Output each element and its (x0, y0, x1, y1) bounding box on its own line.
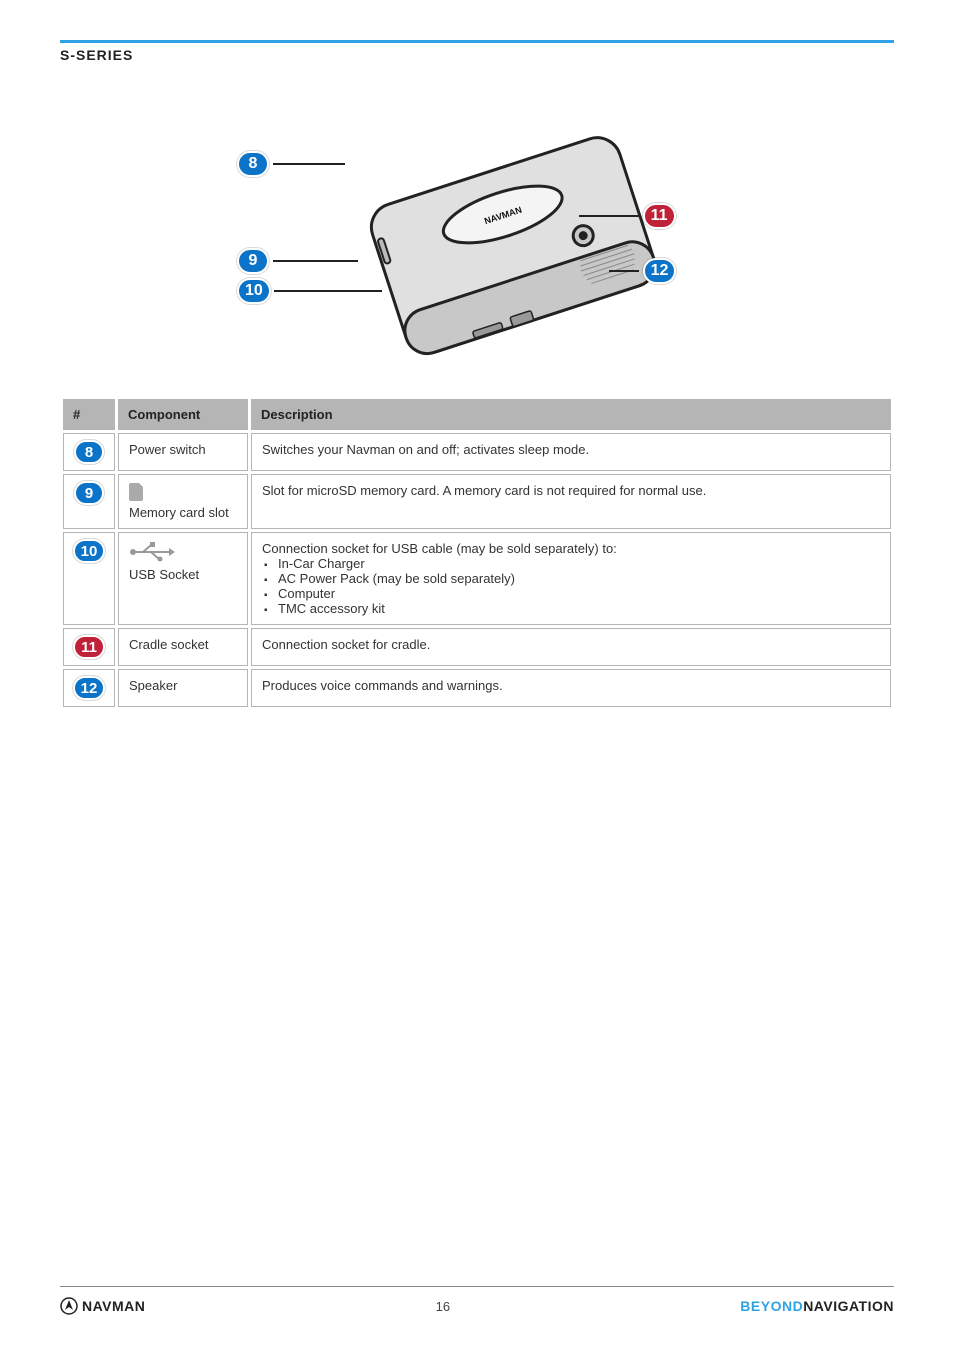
list-item: AC Power Pack (may be sold separately) (264, 571, 880, 586)
col-component: Component (118, 399, 248, 430)
col-description: Description (251, 399, 891, 430)
row-desc-10-lead: Connection socket for USB cable (may be … (262, 541, 880, 556)
table-row: 10 USB Socket (63, 532, 891, 625)
list-item: TMC accessory kit (264, 601, 880, 616)
row-name-8: Power switch (118, 433, 248, 471)
row-num-11: 11 (73, 635, 105, 659)
table-row: 9 Memory card slot Slot for microSD memo… (63, 474, 891, 529)
row-desc-8: Switches your Navman on and off; activat… (251, 433, 891, 471)
navman-logo-text: NAVMAN (82, 1298, 145, 1314)
row-name-10: USB Socket (129, 567, 199, 582)
header-rule (60, 40, 894, 43)
callout-bubble-11: 11 (643, 203, 676, 229)
row-desc-11: Connection socket for cradle. (251, 628, 891, 666)
page-footer: NAVMAN 16 BEYONDNAVIGATION (60, 1286, 894, 1315)
callout-bubble-10: 10 (237, 278, 271, 304)
navman-logo: NAVMAN (60, 1297, 145, 1315)
callout-12: 12 (609, 258, 676, 284)
row-num-10: 10 (73, 539, 106, 563)
device-body: NAVMAN (347, 113, 677, 376)
callout-10: 10 (237, 278, 382, 304)
callout-8: 8 (237, 151, 345, 177)
page-number: 16 (436, 1299, 450, 1314)
components-table: # Component Description 8 Power switch S… (60, 396, 894, 710)
callout-bubble-12: 12 (643, 258, 677, 284)
col-num: # (63, 399, 115, 430)
callout-11: 11 (579, 203, 676, 229)
callout-bubble-8: 8 (237, 151, 269, 177)
callout-bubble-9: 9 (237, 248, 269, 274)
table-row: 8 Power switch Switches your Navman on a… (63, 433, 891, 471)
row-desc-9: Slot for microSD memory card. A memory c… (251, 474, 891, 529)
row-name-12: Speaker (118, 669, 248, 707)
table-row: 12 Speaker Produces voice commands and w… (63, 669, 891, 707)
table-row: 11 Cradle socket Connection socket for c… (63, 628, 891, 666)
row-num-12: 12 (73, 676, 106, 700)
row-num-8: 8 (74, 440, 104, 464)
row-num-9: 9 (74, 481, 104, 505)
row-desc-12: Produces voice commands and warnings. (251, 669, 891, 707)
list-item: Computer (264, 586, 880, 601)
callout-9: 9 (237, 248, 358, 274)
series-label: S-Series (60, 47, 894, 63)
navman-logo-icon (60, 1297, 78, 1315)
row-name-11: Cradle socket (118, 628, 248, 666)
sd-card-icon (129, 483, 237, 501)
device-diagram: NAVMAN (60, 93, 894, 376)
row-name-9: Memory card slot (129, 505, 229, 520)
usb-icon (129, 541, 237, 563)
beyond-navigation-tagline: BEYONDNAVIGATION (740, 1298, 894, 1314)
list-item: In-Car Charger (264, 556, 880, 571)
row-desc-10-list: In-Car Charger AC Power Pack (may be sol… (264, 556, 880, 616)
